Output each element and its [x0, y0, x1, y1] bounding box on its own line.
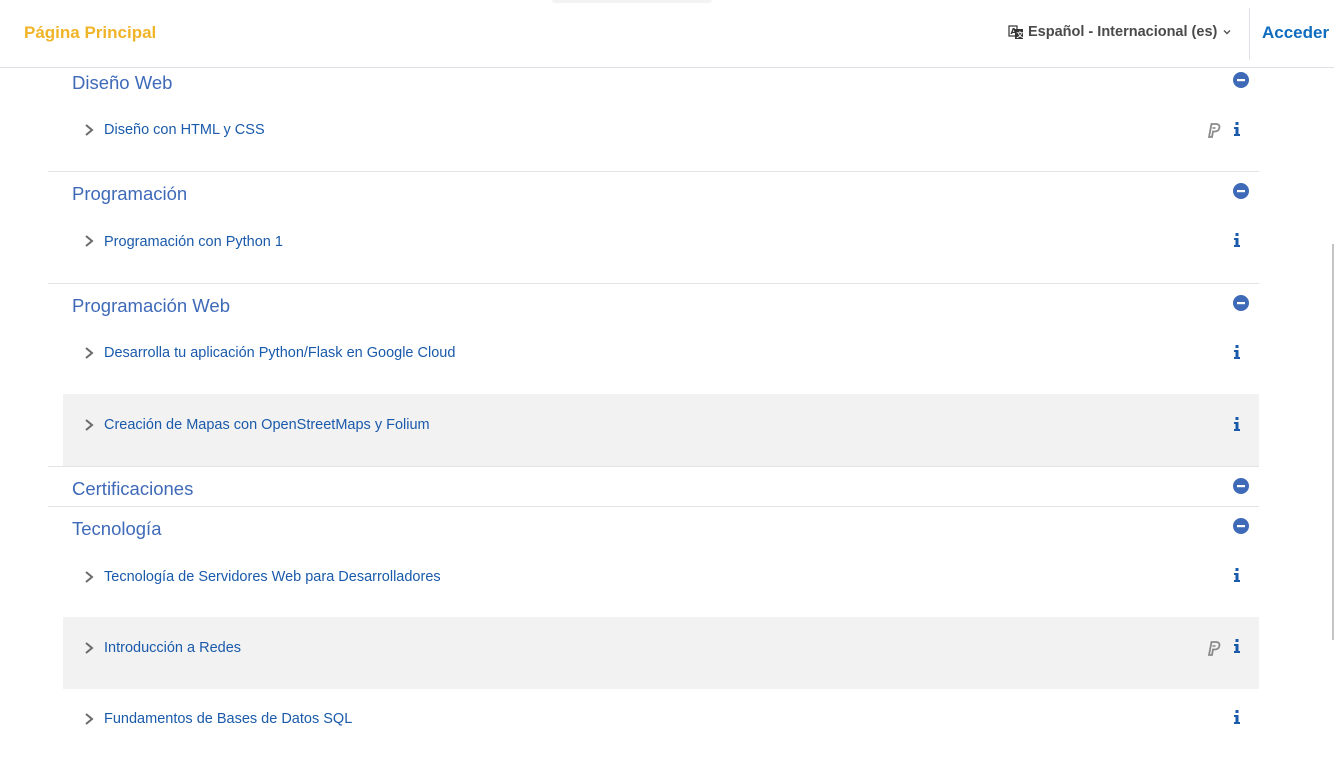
collapse-icon[interactable]	[1233, 478, 1249, 494]
category-title[interactable]: Programación Web	[72, 295, 230, 317]
info-icon[interactable]	[1233, 345, 1241, 359]
course-item: Fundamentos de Bases de Datos SQL	[63, 689, 1259, 760]
info-icon[interactable]	[1233, 639, 1241, 653]
collapse-icon[interactable]	[1233, 518, 1249, 534]
course-link[interactable]: Desarrolla tu aplicación Python/Flask en…	[104, 345, 455, 361]
category-programacion: Programación Programación con Python 1	[48, 172, 1259, 284]
svg-text:文: 文	[1017, 30, 1025, 39]
collapse-icon[interactable]	[1233, 295, 1249, 311]
chevron-right-icon[interactable]	[83, 570, 95, 584]
paypal-icon	[1207, 123, 1221, 138]
collapse-icon[interactable]	[1233, 72, 1249, 88]
info-icon[interactable]	[1233, 417, 1241, 431]
course-item: Desarrolla tu aplicación Python/Flask en…	[63, 323, 1259, 394]
course-item: Tecnología de Servidores Web para Desarr…	[63, 546, 1259, 617]
category-certificaciones: Certificaciones	[48, 467, 1259, 507]
category-diseno-web: Diseño Web Diseño con HTML y CSS	[48, 68, 1259, 172]
info-icon[interactable]	[1233, 233, 1241, 247]
collapse-icon[interactable]	[1233, 183, 1249, 199]
paypal-icon	[1207, 641, 1221, 656]
category-programacion-web: Programación Web Desarrolla tu aplicació…	[48, 284, 1259, 467]
course-item: Introducción a Redes	[63, 617, 1259, 689]
chevron-right-icon[interactable]	[83, 123, 95, 137]
info-icon[interactable]	[1233, 122, 1241, 136]
language-menu[interactable]: A 文 Español - Internacional (es)	[1008, 24, 1232, 40]
login-link[interactable]: Acceder	[1262, 23, 1329, 43]
language-icon: A 文	[1008, 25, 1025, 39]
course-link[interactable]: Creación de Mapas con OpenStreetMaps y F…	[104, 417, 430, 433]
course-item: Programación con Python 1	[63, 206, 1259, 277]
chevron-right-icon[interactable]	[83, 234, 95, 248]
category-title[interactable]: Diseño Web	[72, 72, 172, 94]
home-link[interactable]: Página Principal	[24, 23, 156, 43]
chevron-down-icon	[1223, 30, 1231, 35]
course-link[interactable]: Programación con Python 1	[104, 234, 283, 250]
navbar-top-tab	[552, 0, 712, 3]
category-title[interactable]: Tecnología	[72, 518, 161, 540]
info-icon[interactable]	[1233, 710, 1241, 724]
category-tecnologia: Tecnología Tecnología de Servidores Web …	[48, 507, 1259, 766]
course-link[interactable]: Introducción a Redes	[104, 640, 241, 656]
chevron-right-icon[interactable]	[83, 641, 95, 655]
course-link[interactable]: Diseño con HTML y CSS	[104, 122, 265, 138]
course-item: Creación de Mapas con OpenStreetMaps y F…	[63, 394, 1259, 466]
chevron-right-icon[interactable]	[83, 712, 95, 726]
language-label: Español - Internacional (es)	[1028, 24, 1218, 40]
course-link[interactable]: Fundamentos de Bases de Datos SQL	[104, 711, 352, 727]
navbar: Página Principal A 文 Español - Internaci…	[0, 0, 1334, 68]
chevron-right-icon[interactable]	[83, 346, 95, 360]
category-title[interactable]: Programación	[72, 183, 187, 205]
category-title[interactable]: Certificaciones	[72, 478, 193, 500]
navbar-divider	[1249, 8, 1250, 60]
course-link[interactable]: Tecnología de Servidores Web para Desarr…	[104, 569, 441, 585]
course-item: Diseño con HTML y CSS	[63, 95, 1259, 166]
info-icon[interactable]	[1233, 568, 1241, 582]
chevron-right-icon[interactable]	[83, 418, 95, 432]
